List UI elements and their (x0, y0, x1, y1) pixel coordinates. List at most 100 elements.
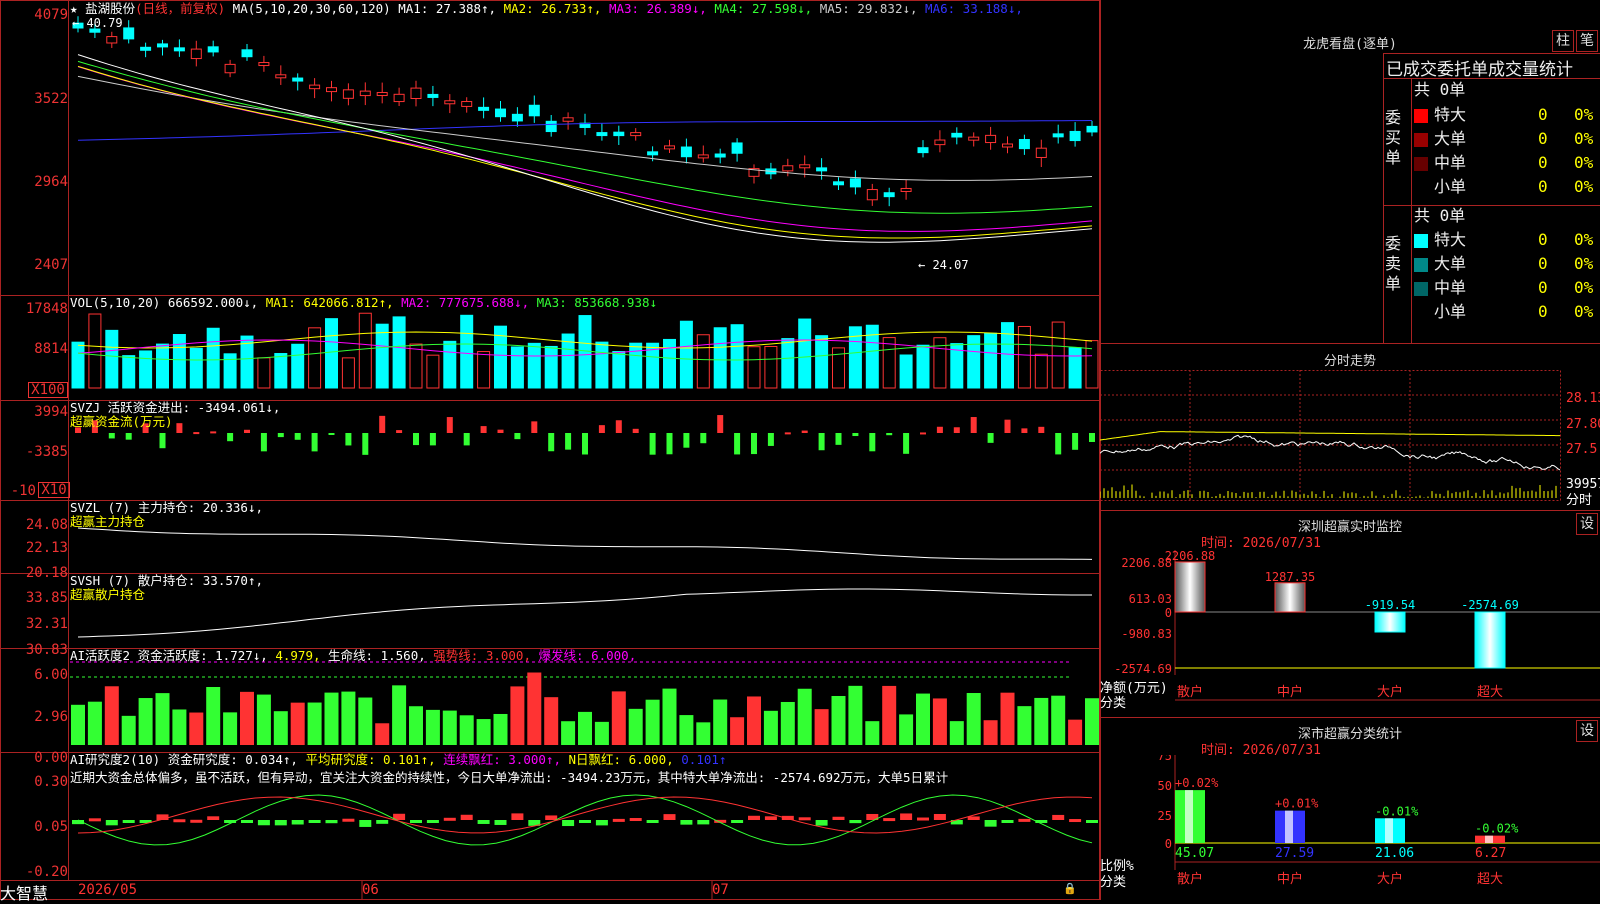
volume-bar (325, 318, 338, 389)
candle (410, 87, 422, 100)
candle (275, 74, 287, 79)
activity-bar (172, 709, 187, 745)
category-name: 散户 (1177, 871, 1203, 886)
order-type: 特大 (1434, 105, 1467, 124)
order-type: 小单 (1434, 302, 1467, 321)
ratio-value: 6.27 (1475, 846, 1506, 861)
order-count: 0 (1538, 153, 1548, 172)
fund-flow-bar (463, 433, 470, 446)
research-bar (443, 817, 456, 821)
volume-bar (392, 316, 406, 389)
activity-bar (730, 717, 745, 745)
svsh-tick: 33.85 (25, 590, 68, 606)
monitor-settings-button[interactable]: 设 (1576, 513, 1598, 535)
volume-bar (544, 345, 558, 389)
volume-bar (781, 338, 795, 389)
fund-flow-bar (379, 415, 386, 433)
svzl-tick: 24.08 (25, 517, 68, 533)
volume-bar (291, 343, 305, 389)
tick-mode-button[interactable]: 笔 (1576, 30, 1598, 52)
research-bar (697, 820, 710, 825)
brand-logo[interactable]: 大智慧 (0, 880, 60, 904)
activity-bar (256, 694, 271, 745)
ratio-value: 45.07 (1175, 846, 1214, 861)
color-swatch (1414, 257, 1428, 272)
fund-flow-bar (565, 433, 572, 450)
candle (1069, 130, 1081, 142)
ma-value: MA5: 29.832↓, (819, 1, 926, 16)
research-bar (764, 816, 777, 820)
net-amount-bar (1274, 582, 1306, 613)
candle (444, 100, 456, 105)
fund-flow-bar (429, 433, 436, 446)
ai2-header: AI研究度2(10) 资金研究度: 0.034↑, 平均研究度: 0.101↑,… (70, 752, 726, 767)
research-bar (122, 820, 135, 823)
candle (123, 27, 135, 40)
research-bar (748, 815, 760, 820)
fund-flow-bar (717, 415, 724, 433)
bar-mode-button[interactable]: 柱 (1552, 30, 1574, 52)
lock-icon[interactable]: 🔒 (1063, 882, 1077, 895)
high-price-value: 40.79 (86, 16, 123, 30)
research-bar (207, 816, 220, 820)
fund-flow-bar (751, 433, 757, 455)
volume-bar (916, 344, 930, 389)
intraday-chart[interactable] (1100, 370, 1600, 510)
activity-bar (223, 712, 238, 745)
candle (207, 46, 219, 53)
volume-bar (696, 334, 710, 389)
classify-settings-button[interactable]: 设 (1576, 720, 1598, 742)
ratio-bar-highlight (1185, 790, 1193, 843)
fund-flow-bar (683, 433, 690, 448)
activity-bar (1051, 695, 1066, 745)
ai1-header-item: 强势线: 3.000, (433, 648, 539, 663)
candle (664, 145, 675, 150)
activity-bar (747, 696, 761, 745)
low-price-mark: ← 24.07 (918, 258, 969, 272)
ratio-bar-highlight (1385, 818, 1393, 843)
research-bar (105, 820, 118, 826)
ai1-tick: 6.00 (34, 667, 68, 683)
research-bar (545, 815, 558, 820)
research-bar (410, 820, 422, 823)
volume-bar (172, 334, 186, 389)
intraday-vol: 39957 (1566, 477, 1600, 492)
ai1-header: AI活跃度2 资金活跃度: 1.727↓, 4.979, 生命线: 1.560,… (70, 648, 636, 663)
research-bar (900, 813, 913, 820)
ai2-tick: 0.05 (34, 819, 68, 835)
chart-mode[interactable]: (日线，前复权) (135, 1, 225, 16)
vol-header-item: MA1: 642066.812↑, (265, 295, 402, 310)
activity-bar (1068, 719, 1083, 745)
fund-flow-bar (1072, 433, 1079, 450)
candle (393, 93, 405, 103)
buy-total: 共 0单 (1414, 80, 1466, 99)
fund-flow-bar (1004, 419, 1011, 433)
ai1-header-item: 生命线: 1.560, (328, 648, 434, 663)
fund-flow-bar (1055, 433, 1062, 455)
activity-bar (831, 695, 846, 745)
fund-flow-bar (734, 433, 741, 455)
volume-bar (274, 353, 288, 389)
activity-bar (865, 721, 880, 745)
candle (799, 164, 811, 169)
order-row: 小单 0 0% (1414, 302, 1593, 322)
volume-bar (899, 354, 913, 389)
activity-bar (206, 687, 221, 745)
volume-bar (663, 338, 676, 389)
fund-flow-bar (920, 432, 926, 435)
star-icon[interactable]: ★ (70, 1, 78, 16)
lhb-subtitle: 已成交委托单成交量统计 (1386, 60, 1573, 80)
fund-flow-bar (801, 430, 808, 433)
research-bar (511, 813, 524, 820)
vol-header-item: VOL(5,10,20) (70, 295, 168, 310)
monitor-chart: 2206.88613.030-980.83-2574.692206.88散户12… (1114, 550, 1600, 701)
fund-flow-bar (784, 432, 791, 435)
category-label: 分类 (1100, 875, 1127, 890)
volume-bar (629, 342, 643, 389)
ratio-change: +0.01% (1275, 797, 1319, 811)
research-bar (629, 818, 642, 822)
candle (968, 136, 980, 141)
activity-bar (662, 688, 677, 745)
price-header: ★ 盐湖股份(日线，前复权) MA(5,10,20,30,60,120) MA1… (70, 1, 1023, 16)
fund-flow-bar (210, 431, 217, 434)
